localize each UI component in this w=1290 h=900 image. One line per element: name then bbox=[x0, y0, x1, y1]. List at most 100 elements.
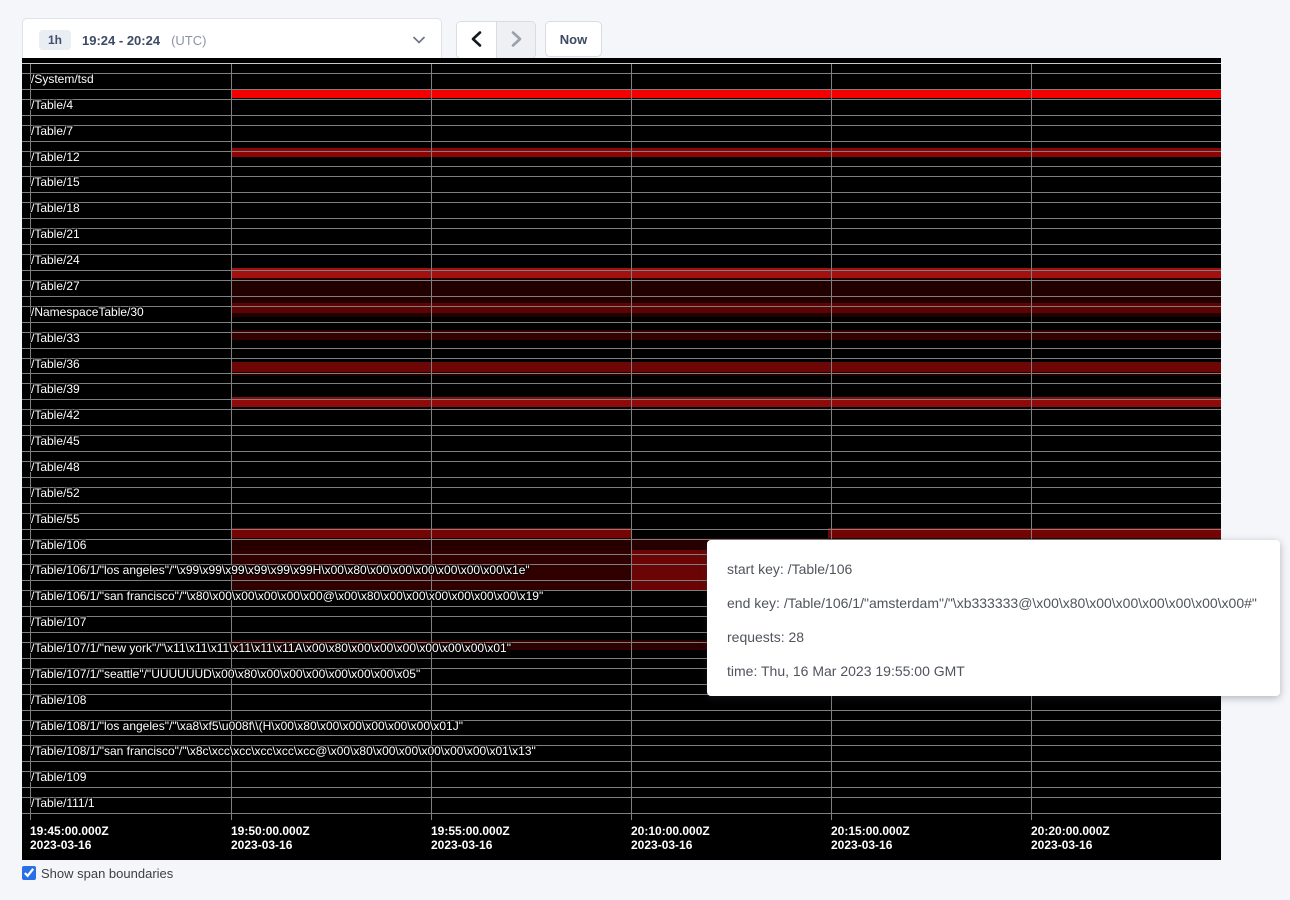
axis-tick-time: 19:55:00.000Z bbox=[431, 824, 510, 838]
span-boundary-line bbox=[22, 461, 1221, 462]
now-button[interactable]: Now bbox=[545, 21, 602, 57]
tooltip-start-key: start key: /Table/106 bbox=[727, 552, 1280, 586]
row-label: /System/tsd bbox=[31, 73, 94, 86]
row-label: /Table/21 bbox=[31, 228, 80, 241]
axis-tick-time: 20:15:00.000Z bbox=[831, 824, 910, 838]
span-boundary-line bbox=[22, 192, 1221, 193]
span-boundary-line bbox=[22, 435, 1221, 436]
span-boundary-line bbox=[22, 513, 1221, 514]
heat-band bbox=[231, 148, 1221, 157]
chevron-left-icon bbox=[471, 31, 482, 50]
next-range-button[interactable] bbox=[496, 22, 535, 58]
chevron-down-icon bbox=[413, 36, 425, 44]
span-boundary-line bbox=[22, 409, 1221, 410]
row-label: /Table/27 bbox=[31, 280, 80, 293]
span-boundary-line bbox=[22, 296, 1221, 297]
heat-band bbox=[231, 362, 1221, 372]
span-boundary-line bbox=[22, 373, 1221, 374]
chevron-right-icon bbox=[511, 31, 522, 50]
span-boundary-line bbox=[22, 73, 1221, 74]
span-boundary-line bbox=[22, 348, 1221, 349]
key-visualizer-page: 1h 19:24 - 20:24 (UTC) Now /System/tsd/T… bbox=[0, 0, 1290, 900]
span-boundary-line bbox=[22, 270, 1221, 271]
heat-band bbox=[231, 278, 1221, 303]
row-label: /Table/48 bbox=[31, 461, 80, 474]
span-boundary-line bbox=[22, 451, 1221, 452]
span-boundary-line bbox=[22, 89, 1221, 90]
span-boundary-line bbox=[22, 477, 1221, 478]
heat-band bbox=[828, 528, 1221, 538]
range-text: 19:24 - 20:24 bbox=[82, 33, 160, 48]
span-boundary-line bbox=[22, 99, 1221, 100]
axis-tick-time: 20:10:00.000Z bbox=[631, 824, 710, 838]
axis-tick-time: 20:20:00.000Z bbox=[1031, 824, 1110, 838]
hover-tooltip: start key: /Table/106 end key: /Table/10… bbox=[707, 540, 1280, 696]
range-timezone: (UTC) bbox=[171, 33, 206, 48]
time-range-selector[interactable]: 1h 19:24 - 20:24 (UTC) bbox=[22, 18, 442, 62]
span-boundary-line bbox=[22, 487, 1221, 488]
row-label: /Table/55 bbox=[31, 513, 80, 526]
span-boundary-line bbox=[22, 228, 1221, 229]
span-boundary-line bbox=[22, 322, 1221, 323]
axis-tick-time: 19:50:00.000Z bbox=[231, 824, 310, 838]
row-label: /Table/4 bbox=[31, 99, 73, 112]
span-boundary-line bbox=[22, 358, 1221, 359]
span-boundary-line bbox=[22, 202, 1221, 203]
span-boundary-line bbox=[22, 735, 1221, 736]
row-label: /Table/111/1 bbox=[31, 797, 95, 810]
range-duration-badge: 1h bbox=[39, 30, 71, 50]
span-boundary-line bbox=[22, 797, 1221, 798]
span-boundary-line bbox=[22, 244, 1221, 245]
heat-band bbox=[231, 313, 1221, 317]
row-label: /Table/52 bbox=[31, 487, 80, 500]
axis-tick-date: 2023-03-16 bbox=[831, 838, 892, 852]
row-label: /Table/18 bbox=[31, 202, 80, 215]
row-label: /Table/107 bbox=[31, 616, 86, 629]
time-nav-group bbox=[456, 21, 536, 59]
span-boundary-line bbox=[22, 63, 1221, 64]
row-label: /Table/39 bbox=[31, 383, 80, 396]
span-boundary-line bbox=[22, 813, 1221, 814]
axis-tick-time: 19:45:00.000Z bbox=[30, 824, 109, 838]
row-label: /Table/106 bbox=[31, 539, 86, 552]
axis-tick-date: 2023-03-16 bbox=[1031, 838, 1092, 852]
row-label: /Table/107/1/"new york"/"\x11\x11\x11\x1… bbox=[31, 642, 511, 655]
row-label: /Table/7 bbox=[31, 125, 73, 138]
row-label: /Table/109 bbox=[31, 771, 86, 784]
row-label: /Table/108 bbox=[31, 694, 86, 707]
row-label: /NamespaceTable/30 bbox=[31, 306, 144, 319]
row-label: /Table/45 bbox=[31, 435, 80, 448]
key-visualizer-canvas[interactable]: /System/tsd/Table/4/Table/7/Table/12/Tab… bbox=[22, 58, 1221, 860]
row-label: /Table/42 bbox=[31, 409, 80, 422]
span-boundary-line bbox=[22, 151, 1221, 152]
tooltip-time: time: Thu, 16 Mar 2023 19:55:00 GMT bbox=[727, 654, 1280, 688]
row-label: /Table/108/1/"los angeles"/"\xa8\xf5\u00… bbox=[31, 720, 463, 733]
row-label: /Table/107/1/"seattle"/"UUUUUUD\x00\x80\… bbox=[31, 668, 420, 681]
span-boundary-line bbox=[22, 218, 1221, 219]
span-boundary-line bbox=[22, 306, 1221, 307]
show-span-boundaries-row: Show span boundaries bbox=[22, 866, 173, 881]
span-boundary-line bbox=[22, 176, 1221, 177]
span-boundary-line bbox=[22, 280, 1221, 281]
span-boundary-line bbox=[22, 332, 1221, 333]
span-boundary-line bbox=[22, 771, 1221, 772]
span-boundary-line bbox=[22, 503, 1221, 504]
row-label: /Table/106/1/"los angeles"/"\x99\x99\x99… bbox=[31, 564, 530, 577]
span-boundary-line bbox=[22, 254, 1221, 255]
prev-range-button[interactable] bbox=[457, 22, 496, 58]
span-boundary-line bbox=[22, 425, 1221, 426]
heat-band bbox=[231, 89, 1221, 98]
span-boundary-line bbox=[22, 761, 1221, 762]
span-boundary-line bbox=[22, 399, 1221, 400]
span-boundary-line bbox=[22, 529, 1221, 530]
span-boundary-line bbox=[22, 383, 1221, 384]
span-boundary-line bbox=[22, 166, 1221, 167]
axis-tick-date: 2023-03-16 bbox=[431, 838, 492, 852]
row-label: /Table/12 bbox=[31, 151, 80, 164]
show-span-boundaries-label: Show span boundaries bbox=[41, 866, 173, 881]
span-boundary-line bbox=[22, 787, 1221, 788]
show-span-boundaries-checkbox[interactable] bbox=[22, 866, 36, 880]
tooltip-requests: requests: 28 bbox=[727, 620, 1280, 654]
span-boundary-line bbox=[22, 115, 1221, 116]
span-boundary-line bbox=[22, 710, 1221, 711]
